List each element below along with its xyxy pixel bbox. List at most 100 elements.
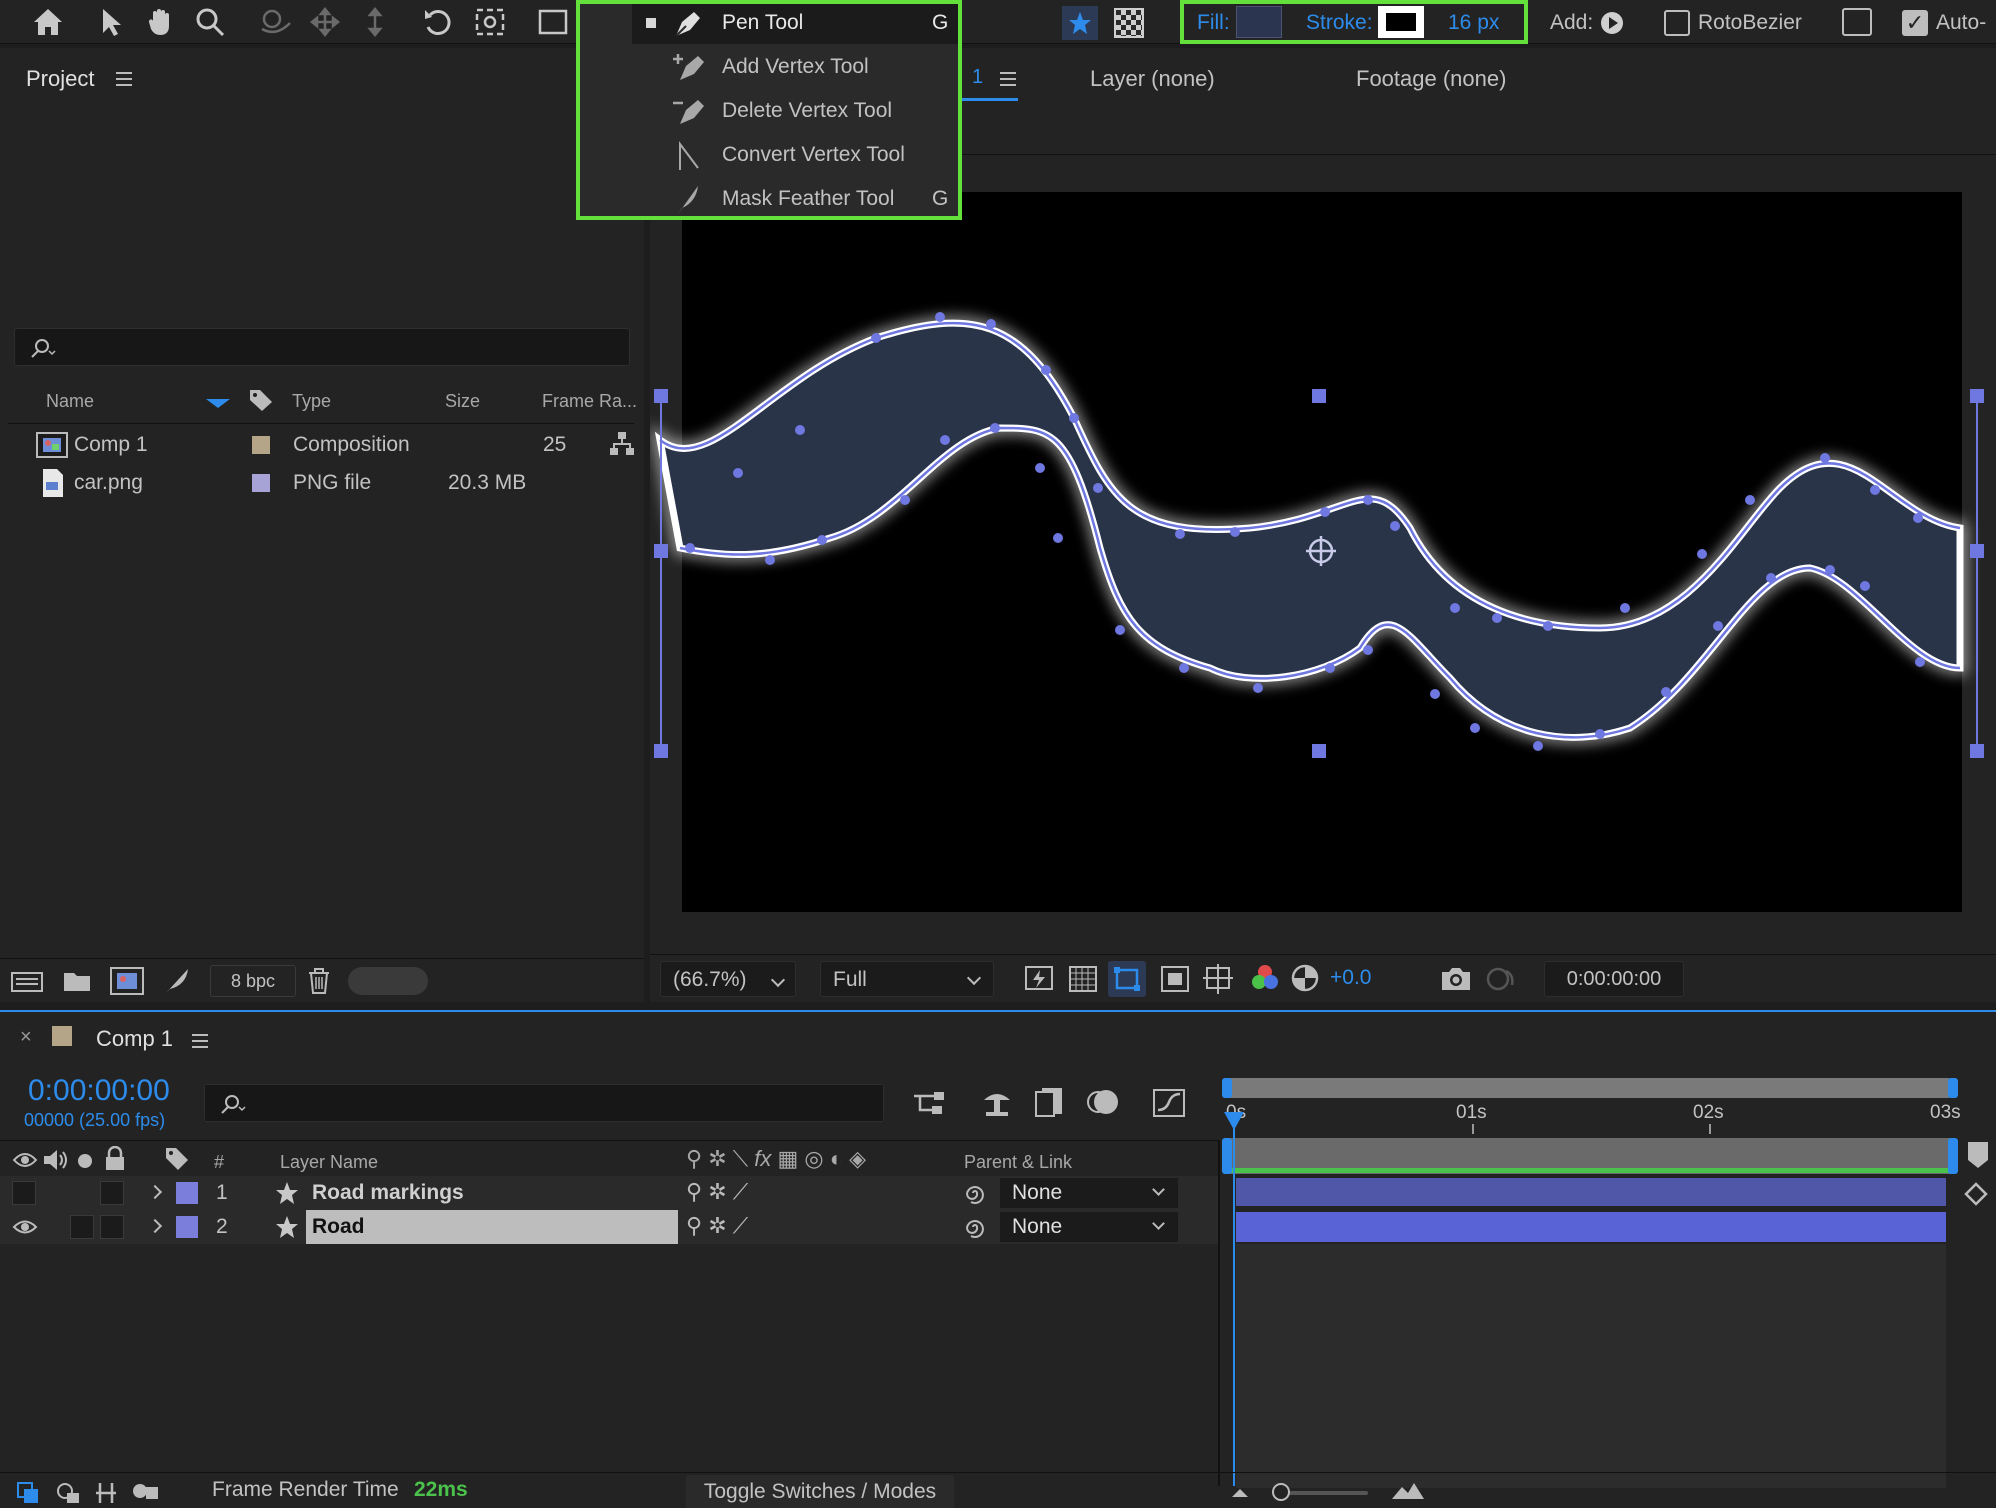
trash-icon[interactable] xyxy=(306,967,332,995)
list-item[interactable]: Comp 1 Composition 25 xyxy=(8,426,634,464)
layer-search-input[interactable] xyxy=(204,1084,884,1122)
eye-icon[interactable] xyxy=(12,1216,38,1238)
label-swatch[interactable] xyxy=(176,1182,198,1204)
dolly-icon[interactable] xyxy=(355,2,395,42)
channel-icon[interactable] xyxy=(1250,963,1280,995)
work-area-bar[interactable] xyxy=(1226,1078,1952,1098)
thumbnail-slider[interactable] xyxy=(348,967,428,995)
current-time-indicator[interactable] xyxy=(1233,1112,1235,1486)
audio-icon[interactable] xyxy=(42,1148,68,1172)
in-out-stretch-icon[interactable] xyxy=(94,1479,118,1507)
guides-icon[interactable] xyxy=(1202,963,1234,995)
project-title[interactable]: Project xyxy=(26,66,94,92)
frame-blending-icon[interactable] xyxy=(1034,1086,1064,1118)
stroke-swatch[interactable] xyxy=(1378,6,1424,38)
graph-editor-icon[interactable] xyxy=(1152,1086,1186,1118)
zoom-out-icon[interactable] xyxy=(1228,1483,1252,1501)
anchor-icon[interactable] xyxy=(470,2,510,42)
list-item[interactable]: car.png PNG file 20.3 MB xyxy=(8,464,634,502)
project-search-input[interactable] xyxy=(14,328,630,366)
mask-visibility-toggle[interactable] xyxy=(1108,961,1146,997)
pick-whip-icon[interactable] xyxy=(962,1214,988,1240)
auto-checkbox[interactable]: ✓ xyxy=(1902,10,1928,36)
close-icon[interactable]: × xyxy=(20,1026,32,1049)
exposure-value[interactable]: +0.0 xyxy=(1330,966,1371,990)
selection-arrow-icon[interactable] xyxy=(92,2,132,42)
col-type[interactable]: Type xyxy=(292,391,331,412)
new-folder-icon[interactable] xyxy=(62,969,92,993)
rectangle-icon[interactable] xyxy=(533,2,573,42)
col-parent-link[interactable]: Parent & Link xyxy=(964,1152,1072,1173)
sort-arrow-icon[interactable] xyxy=(206,399,230,408)
home-icon[interactable] xyxy=(28,2,68,42)
col-layer-name[interactable]: Layer Name xyxy=(280,1152,378,1173)
layer-bar-road[interactable] xyxy=(1236,1212,1946,1242)
parent-dropdown[interactable]: None xyxy=(1000,1178,1178,1208)
stroke-width-value[interactable]: 16 px xyxy=(1448,11,1499,35)
orbit-icon[interactable] xyxy=(255,2,295,42)
layer-bar-road-markings[interactable] xyxy=(1236,1178,1946,1206)
label-tag-icon[interactable] xyxy=(164,1146,190,1172)
rotate-icon[interactable] xyxy=(418,2,458,42)
eye-icon[interactable] xyxy=(12,1148,38,1172)
lock-icon[interactable] xyxy=(104,1146,126,1172)
chevron-right-icon[interactable] xyxy=(147,1218,163,1234)
menu-item-pen-tool[interactable]: Pen Tool G xyxy=(632,4,958,44)
playhead-icon[interactable] xyxy=(1224,1112,1244,1130)
label-tag-icon[interactable] xyxy=(248,388,274,412)
lock-toggle[interactable] xyxy=(100,1181,124,1205)
region-of-interest-icon[interactable] xyxy=(1160,965,1190,993)
solo-icon[interactable] xyxy=(78,1154,92,1168)
resolution-dropdown[interactable]: Full xyxy=(820,961,994,997)
out-point-handle[interactable] xyxy=(1948,1138,1958,1174)
menu-item-add-vertex[interactable]: Add Vertex Tool xyxy=(632,48,958,88)
col-framerate[interactable]: Frame Ra... xyxy=(542,391,637,412)
flowchart-icon[interactable] xyxy=(608,430,636,458)
stroke-label[interactable]: Stroke: xyxy=(1306,11,1373,35)
zoom-icon[interactable] xyxy=(190,2,230,42)
comp-marker-bin-icon[interactable] xyxy=(1966,1140,1990,1170)
transfer-controls-icon[interactable] xyxy=(56,1481,82,1505)
lock-toggle[interactable] xyxy=(100,1215,124,1239)
show-snapshot-icon[interactable] xyxy=(1484,965,1516,993)
interpret-footage-icon[interactable] xyxy=(10,969,44,995)
panel-menu-icon[interactable] xyxy=(116,72,132,86)
menu-item-convert-vertex[interactable]: Convert Vertex Tool xyxy=(632,136,958,176)
toggle-switches-modes-button[interactable]: Toggle Switches / Modes xyxy=(686,1475,954,1508)
zoom-slider-knob[interactable] xyxy=(1272,1483,1290,1501)
visibility-toggle[interactable] xyxy=(12,1181,36,1205)
label-swatch[interactable] xyxy=(252,474,270,492)
timeline-comp-tab[interactable]: Comp 1 xyxy=(96,1026,173,1052)
col-name[interactable]: Name xyxy=(46,391,94,412)
fast-preview-icon[interactable] xyxy=(1024,965,1054,993)
work-area-end-handle[interactable] xyxy=(1948,1078,1958,1098)
bit-depth-button[interactable]: 8 bpc xyxy=(210,965,296,997)
pan-icon[interactable] xyxy=(305,2,345,42)
exposure-reset-icon[interactable] xyxy=(1290,963,1320,993)
transparency-grid-icon[interactable] xyxy=(1114,8,1144,38)
table-row[interactable]: 2 Road ⚲ ✲ ⟋ None xyxy=(0,1210,1220,1244)
menu-item-mask-feather[interactable]: Mask Feather Tool G xyxy=(632,180,958,220)
pick-whip-icon[interactable] xyxy=(962,1180,988,1206)
align-icon[interactable] xyxy=(1842,8,1872,36)
render-time-icon[interactable] xyxy=(130,1479,160,1505)
work-area-start-handle[interactable] xyxy=(1222,1078,1232,1098)
fill-swatch[interactable] xyxy=(1236,6,1282,38)
magnification-dropdown[interactable]: (66.7%) xyxy=(660,961,796,997)
label-swatch[interactable] xyxy=(252,436,270,454)
new-composition-icon[interactable] xyxy=(110,967,144,995)
menu-item-delete-vertex[interactable]: Delete Vertex Tool xyxy=(632,92,958,132)
label-swatch[interactable] xyxy=(176,1216,198,1238)
layer-name[interactable]: Road markings xyxy=(312,1181,464,1205)
table-row[interactable]: 1 Road markings ⚲ ✲ ⟋ None xyxy=(0,1176,1220,1210)
layer-name[interactable]: Road xyxy=(312,1215,365,1239)
draft-3d-icon[interactable] xyxy=(980,1086,1014,1118)
col-size[interactable]: Size xyxy=(445,391,480,412)
fill-label[interactable]: Fill: xyxy=(1197,11,1230,35)
parent-dropdown[interactable]: None xyxy=(1000,1212,1178,1242)
keyframe-shape-icon[interactable] xyxy=(1962,1180,1992,1206)
viewer-timecode[interactable]: 0:00:00:00 xyxy=(1544,961,1684,997)
rotobezier-checkbox[interactable] xyxy=(1664,10,1690,36)
layer-switches-icon[interactable] xyxy=(16,1481,40,1505)
motion-blur-icon[interactable] xyxy=(1086,1086,1120,1118)
